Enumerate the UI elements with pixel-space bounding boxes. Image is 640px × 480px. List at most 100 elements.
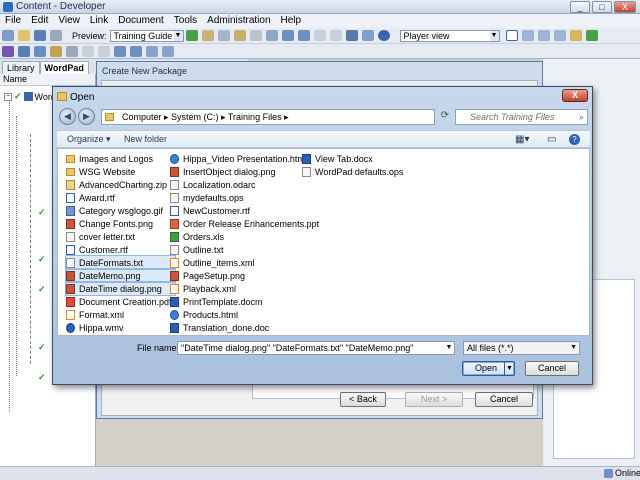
publish-icon[interactable]: [2, 45, 14, 57]
help-icon[interactable]: [377, 30, 390, 41]
menu-help[interactable]: Help: [276, 14, 307, 28]
paste-icon[interactable]: [233, 30, 246, 41]
file-item[interactable]: Category wsglogo.gif: [66, 204, 175, 217]
frame-icon[interactable]: [50, 45, 62, 57]
file-item[interactable]: mydefaults.ops: [170, 191, 322, 204]
cancel-button[interactable]: Cancel: [525, 361, 579, 376]
print-icon[interactable]: [50, 30, 62, 41]
menu-administration[interactable]: Administration: [202, 14, 275, 28]
help-icon[interactable]: ?: [569, 134, 580, 145]
file-item[interactable]: AdvancedCharting.zip: [66, 178, 175, 191]
open-button[interactable]: Open ▼: [462, 361, 515, 376]
file-item[interactable]: Outline.txt: [170, 243, 322, 256]
unlink-icon[interactable]: [130, 45, 142, 57]
undo-icon[interactable]: [281, 30, 294, 41]
file-item[interactable]: Document Creation.pdf: [66, 295, 175, 308]
new-icon[interactable]: [2, 30, 14, 41]
file-item[interactable]: Order Release Enhancements.ppt: [170, 217, 322, 230]
filter-icon[interactable]: [361, 30, 374, 41]
link-icon[interactable]: [114, 45, 126, 57]
forward-arrow-icon[interactable]: ▶: [78, 108, 95, 125]
file-item[interactable]: DateMemo.png: [65, 268, 176, 283]
play-icon[interactable]: [185, 30, 198, 41]
settings-icon[interactable]: [66, 45, 78, 57]
menu-document[interactable]: Document: [113, 14, 169, 28]
views-icon[interactable]: ▦▾: [515, 133, 529, 146]
chevron-down-icon[interactable]: ▼: [444, 342, 454, 354]
new-folder-button[interactable]: New folder: [124, 133, 167, 146]
cut-icon[interactable]: [201, 30, 214, 41]
maximize-button[interactable]: □: [592, 1, 612, 13]
file-item[interactable]: DateFormats.txt: [65, 255, 176, 270]
save-icon[interactable]: [34, 30, 46, 41]
file-item[interactable]: Playback.xml: [170, 282, 322, 295]
spellcheck-icon[interactable]: [345, 30, 358, 41]
file-item[interactable]: Hippa_Video Presentation.html: [170, 152, 322, 165]
delete-icon[interactable]: [249, 30, 262, 41]
file-item[interactable]: Change Fonts.png: [66, 217, 175, 230]
filetype-select[interactable]: All files (*.*) ▼: [463, 341, 580, 355]
outline-icon[interactable]: [34, 45, 46, 57]
file-item[interactable]: Images and Logos: [66, 152, 175, 165]
menu-edit[interactable]: Edit: [26, 14, 53, 28]
file-item[interactable]: Customer.rtf: [66, 243, 175, 256]
open-icon[interactable]: [18, 30, 30, 41]
search-input[interactable]: Search Training Files ⌕: [455, 109, 588, 125]
menu-view[interactable]: View: [53, 14, 85, 28]
player-view-select[interactable]: Player view ▼: [399, 29, 500, 42]
next-button[interactable]: Next >: [405, 392, 463, 407]
file-item[interactable]: Format.xml: [66, 308, 175, 321]
copy-icon[interactable]: [217, 30, 230, 41]
preview-select[interactable]: Training Guide ▼: [109, 29, 184, 42]
file-item[interactable]: Products.html: [170, 308, 322, 321]
find-icon[interactable]: [265, 30, 278, 41]
preview-pane-icon[interactable]: ▭: [547, 133, 556, 146]
menu-file[interactable]: File: [0, 14, 26, 28]
filename-input[interactable]: "DateTime dialog.png" "DateFormats.txt" …: [177, 341, 455, 355]
file-item[interactable]: Hippa.wmv: [66, 321, 175, 334]
file-item[interactable]: Localization.odarc: [170, 178, 322, 191]
arrow-up-icon[interactable]: [82, 45, 94, 57]
menu-link[interactable]: Link: [85, 14, 113, 28]
file-item[interactable]: PrintTemplate.docm: [170, 295, 322, 308]
file-item[interactable]: WSG Website: [66, 165, 175, 178]
file-item[interactable]: cover letter.txt: [66, 230, 175, 243]
remove-icon[interactable]: [329, 30, 342, 41]
file-item[interactable]: View Tab.docx: [302, 152, 406, 165]
menu-tools[interactable]: Tools: [169, 14, 202, 28]
columns-icon[interactable]: [537, 30, 550, 41]
check-in-icon[interactable]: [146, 45, 158, 57]
file-item[interactable]: Outline_items.xml: [170, 256, 322, 269]
refresh-icon[interactable]: [585, 30, 598, 41]
check-out-icon[interactable]: [162, 45, 174, 57]
redo-icon[interactable]: [297, 30, 310, 41]
file-item[interactable]: NewCustomer.rtf: [170, 204, 322, 217]
app-close-button[interactable]: X: [614, 1, 636, 13]
file-item[interactable]: Orders.xls: [170, 230, 322, 243]
close-button[interactable]: X: [562, 89, 588, 102]
folder-icon[interactable]: [569, 30, 582, 41]
file-item[interactable]: WordPad defaults.ops: [302, 165, 406, 178]
back-arrow-icon[interactable]: ◀: [59, 108, 76, 125]
file-item[interactable]: Translation_done.doc: [170, 321, 322, 334]
arrow-right-icon[interactable]: [98, 45, 110, 57]
organize-button[interactable]: Organize ▾: [67, 133, 111, 146]
file-item[interactable]: DateTime dialog.png: [65, 281, 176, 296]
split-view-icon[interactable]: [521, 30, 534, 41]
file-item[interactable]: PageSetup.png: [170, 269, 322, 282]
tab-wordpad[interactable]: WordPad: [39, 61, 89, 74]
layout-icon[interactable]: [505, 30, 518, 41]
back-button[interactable]: < Back: [340, 392, 386, 407]
rows-icon[interactable]: [553, 30, 566, 41]
tab-library[interactable]: Library: [2, 61, 40, 74]
file-item[interactable]: InsertObject dialog.png: [170, 165, 322, 178]
tree-root[interactable]: − ✓ Word: [4, 91, 56, 102]
address-bar[interactable]: Computer ▸ System (C:) ▸ Training Files …: [101, 109, 435, 125]
minimize-button[interactable]: _: [570, 1, 590, 13]
chevron-down-icon[interactable]: ▼: [504, 362, 514, 375]
package-icon[interactable]: [18, 45, 30, 57]
collapse-icon[interactable]: −: [4, 92, 12, 101]
file-item[interactable]: Award.rtf: [66, 191, 175, 204]
package-cancel-button[interactable]: Cancel: [475, 392, 533, 407]
insert-icon[interactable]: [313, 30, 326, 41]
